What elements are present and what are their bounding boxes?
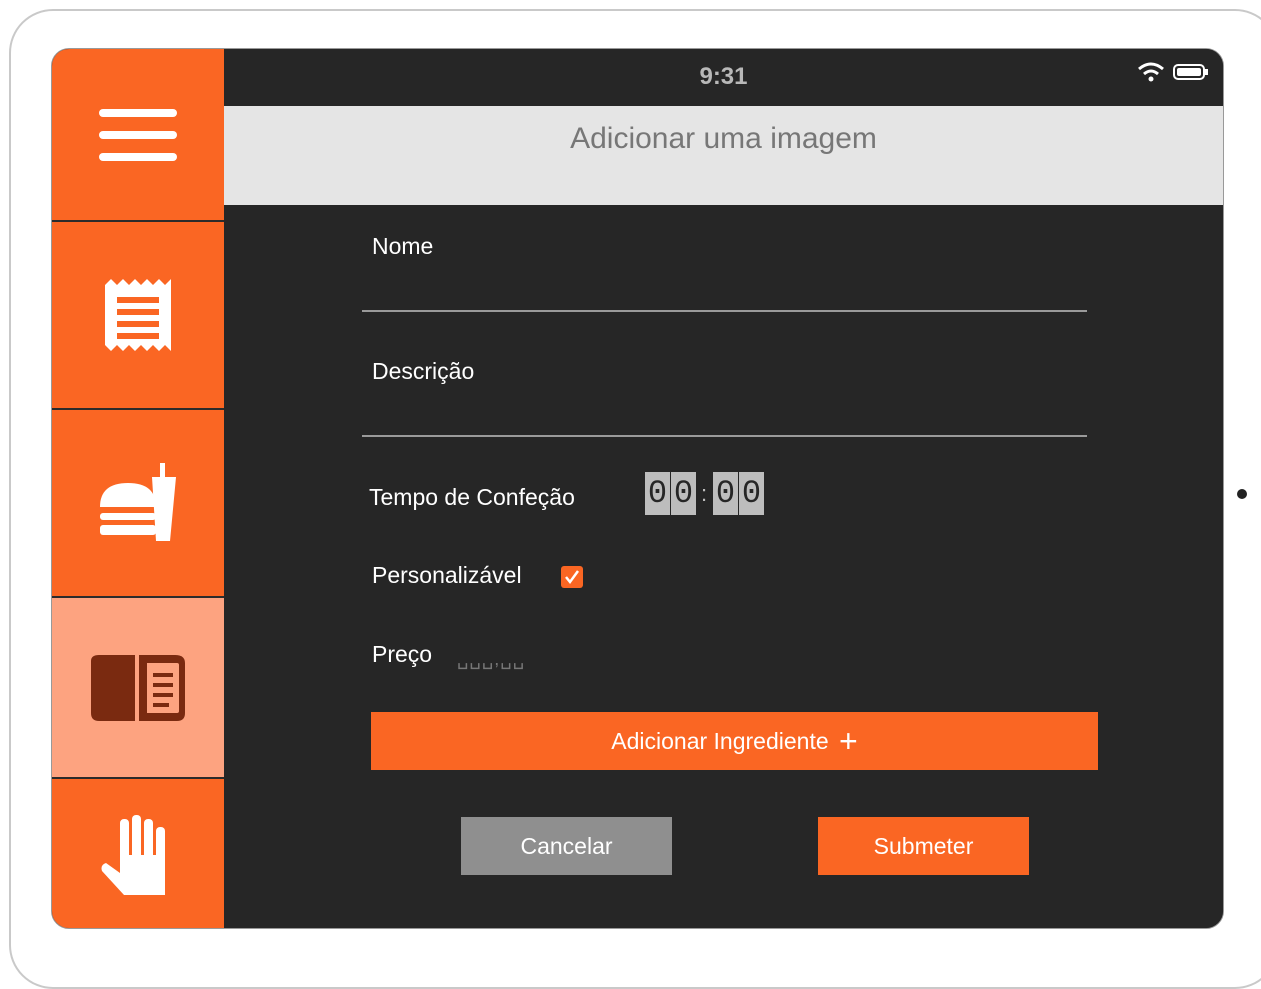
description-label: Descrição bbox=[372, 358, 475, 384]
checkmark-icon bbox=[565, 570, 580, 585]
prep-time-separator: : bbox=[701, 481, 708, 506]
status-bar: 9:31 bbox=[224, 49, 1223, 106]
prep-time-minutes-tens[interactable]: 0 bbox=[713, 472, 738, 515]
burger-drink-icon bbox=[100, 463, 176, 541]
customizable-label: Personalizável bbox=[372, 562, 522, 588]
receipt-icon bbox=[105, 279, 171, 351]
hand-icon bbox=[101, 814, 165, 895]
sidebar-item-food[interactable] bbox=[52, 410, 224, 598]
description-field[interactable] bbox=[362, 435, 1087, 437]
sidebar-item-catalog[interactable] bbox=[52, 598, 224, 779]
menu-icon bbox=[99, 108, 177, 161]
name-field[interactable] bbox=[362, 310, 1087, 312]
prep-time-hours-tens[interactable]: 0 bbox=[645, 472, 670, 515]
tablet-screen: 9:31 Adicionar uma imagem Nome Descrição bbox=[51, 48, 1224, 929]
prep-time-minutes-units[interactable]: 0 bbox=[739, 472, 764, 515]
add-ingredient-button[interactable]: Adicionar Ingrediente + bbox=[371, 712, 1098, 770]
status-icons bbox=[1137, 61, 1209, 83]
add-ingredient-label: Adicionar Ingrediente bbox=[611, 728, 829, 754]
cancel-button[interactable]: Cancelar bbox=[461, 817, 672, 875]
main-content: 9:31 Adicionar uma imagem Nome Descrição bbox=[224, 49, 1223, 928]
prep-time-hours-units[interactable]: 0 bbox=[671, 472, 696, 515]
sidebar bbox=[52, 49, 224, 928]
camera-dot bbox=[1237, 489, 1247, 499]
sidebar-item-help[interactable] bbox=[52, 779, 224, 928]
customizable-checkbox[interactable] bbox=[561, 566, 583, 588]
menu-book-icon bbox=[91, 654, 185, 721]
add-image-area[interactable]: Adicionar uma imagem bbox=[224, 106, 1223, 205]
submit-button[interactable]: Submeter bbox=[818, 817, 1029, 875]
price-label: Preço bbox=[372, 641, 433, 667]
name-label: Nome bbox=[372, 233, 434, 259]
sidebar-item-orders[interactable] bbox=[52, 222, 224, 410]
plus-icon: + bbox=[839, 723, 858, 759]
price-input[interactable]: ␣␣␣,␣␣ bbox=[457, 649, 525, 670]
battery-icon bbox=[1173, 64, 1208, 80]
wifi-icon bbox=[1138, 62, 1164, 82]
sidebar-item-menu[interactable] bbox=[52, 49, 224, 222]
prep-time-label: Tempo de Confeção bbox=[369, 484, 575, 510]
clock: 9:31 bbox=[699, 63, 748, 90]
add-image-label: Adicionar uma imagem bbox=[570, 122, 877, 155]
